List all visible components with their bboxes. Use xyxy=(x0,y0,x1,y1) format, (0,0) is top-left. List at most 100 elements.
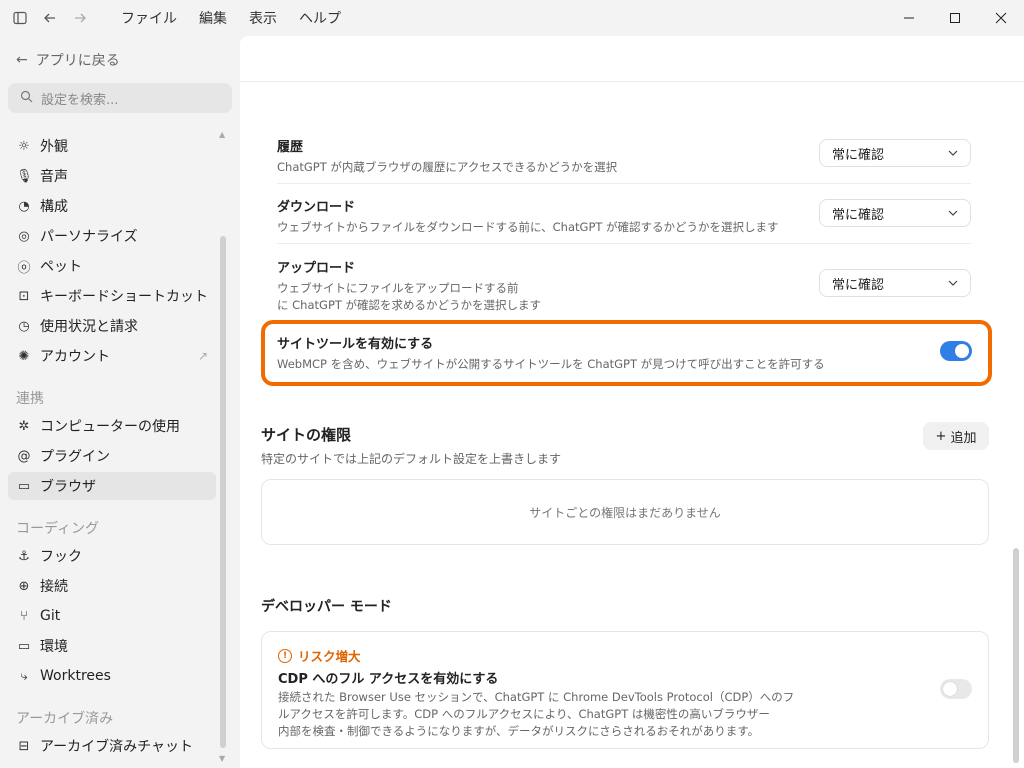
cdp-desc: 接続された Browser Use セッションで、ChatGPT に Chrom… xyxy=(278,689,838,740)
forward-arrow-icon[interactable] xyxy=(70,8,90,28)
sidebar-item-label: プラグイン xyxy=(40,449,110,465)
menu-bar: ファイル 編集 表示 ヘルプ xyxy=(110,8,352,28)
menu-file[interactable]: ファイル xyxy=(110,8,188,28)
site-tools-desc: WebMCP を含め、ウェブサイトが公開するサイトツールを ChatGPT が見… xyxy=(277,357,825,371)
site-tools-title: サイトツールを有効にする xyxy=(277,337,434,352)
developer-mode-title: デベロッパー モード xyxy=(261,599,392,615)
globe-icon: ⊕ xyxy=(18,578,30,594)
gauge-icon: ◷ xyxy=(18,318,30,334)
maximize-button[interactable] xyxy=(932,0,978,36)
section-label-integrations: 連携 xyxy=(16,391,44,407)
sidebar-item-browser[interactable]: ▭ ブラウザ xyxy=(8,472,216,500)
sidebar-item-appearance[interactable]: ☼ 外観 xyxy=(8,132,216,160)
warning-icon: ! xyxy=(278,648,292,663)
cdp-desc-line3: 内部を検査・制御できるようになりますが、データがリスクにさらされるおそれがありま… xyxy=(278,724,760,738)
title-bar-left: ファイル 編集 表示 ヘルプ xyxy=(0,8,352,28)
sidebar-item-label: 音声 xyxy=(40,169,68,185)
sidebar-item-label: 使用状況と請求 xyxy=(40,319,138,335)
browser-icon: ▭ xyxy=(17,478,31,494)
cdp-toggle[interactable] xyxy=(940,679,972,699)
sidebar-item-account[interactable]: ✺ アカウント ↗ xyxy=(8,342,216,370)
sidebar-item-pet[interactable]: ⓞ ペット xyxy=(8,252,216,280)
sidebar-item-worktrees[interactable]: ⤷ Worktrees xyxy=(8,662,216,690)
minimize-button[interactable] xyxy=(886,0,932,36)
risk-label: リスク増大 xyxy=(298,649,361,664)
cdp-desc-line2: ルアクセスを許可します。CDP へのフルアクセスにより、ChatGPT は機密性… xyxy=(278,707,770,721)
sidebar-item-label: フック xyxy=(40,549,82,565)
risk-badge: ! リスク増大 xyxy=(278,646,361,665)
main-scrollbar[interactable] xyxy=(1013,548,1019,763)
sidebar-item-label: 外観 xyxy=(40,139,68,155)
download-select[interactable]: 常に確認 xyxy=(819,199,971,227)
back-arrow-icon[interactable] xyxy=(40,8,60,28)
computer-use-icon: ✲ xyxy=(18,418,30,434)
archive-icon: ⊟ xyxy=(18,738,30,754)
sidebar-item-plugins[interactable]: @ プラグイン xyxy=(8,442,216,470)
keyboard-icon: ⊡ xyxy=(18,288,30,304)
upload-desc-line2: に ChatGPT が確認を求めるかどうかを選択します xyxy=(277,298,542,312)
section-label-archived: アーカイブ済み xyxy=(16,711,114,727)
back-to-app-label: アプリに戻る xyxy=(35,53,120,69)
sidebar-item-label: ブラウザ xyxy=(40,479,96,495)
sidebar-item-label: 接続 xyxy=(40,579,68,595)
sidebar: ← アプリに戻る 設定を検索... ▲ ☼ 外観 🎙 音声 ◔ 構成 ◎ パーソナライズ… xyxy=(0,36,240,768)
cdp-title: CDP へのフル アクセスを有効にする xyxy=(278,672,499,687)
upload-select[interactable]: 常に確認 xyxy=(819,269,971,297)
personalize-icon: ◎ xyxy=(18,228,30,244)
hook-icon: ⚓ xyxy=(18,548,30,564)
section-label-coding: コーディング xyxy=(16,521,100,537)
sidebar-item-git[interactable]: ⑂ Git xyxy=(8,602,216,630)
sidebar-item-archived-chats[interactable]: ⊟ アーカイブ済みチャット xyxy=(8,732,216,760)
menu-view[interactable]: 表示 xyxy=(238,8,288,28)
scroll-down-icon[interactable]: ▼ xyxy=(219,754,225,763)
chevron-down-icon xyxy=(948,148,958,159)
config-icon: ◔ xyxy=(18,198,30,214)
upload-desc-line1: ウェブサイトにファイルをアップロードする前 xyxy=(277,281,519,295)
sidebar-item-voice[interactable]: 🎙 音声 xyxy=(8,162,216,190)
developer-mode-card: ! リスク増大 CDP へのフル アクセスを有効にする 接続された Browse… xyxy=(261,631,989,749)
settings-main: 履歴 ChatGPT が内蔵ブラウザの履歴にアクセスできるかどうかを選択 常に確… xyxy=(240,36,1024,768)
add-site-permission-button[interactable]: + 追加 xyxy=(923,422,989,450)
mic-icon: 🎙 xyxy=(16,168,33,184)
title-bar: ファイル 編集 表示 ヘルプ xyxy=(0,0,1024,36)
sidebar-toggle-icon[interactable] xyxy=(10,8,30,28)
settings-search[interactable]: 設定を検索... xyxy=(8,83,232,113)
sidebar-item-config[interactable]: ◔ 構成 xyxy=(8,192,216,220)
download-select-value: 常に確認 xyxy=(832,207,885,223)
worktree-icon: ⤷ xyxy=(20,668,28,684)
site-tools-toggle[interactable] xyxy=(940,341,972,361)
sidebar-item-connections[interactable]: ⊕ 接続 xyxy=(8,572,216,600)
menu-edit[interactable]: 編集 xyxy=(188,8,238,28)
sidebar-item-environment[interactable]: ▭ 環境 xyxy=(8,632,216,660)
empty-state-text: サイトごとの権限はまだありません xyxy=(529,505,721,520)
sidebar-item-usage-billing[interactable]: ◷ 使用状況と請求 xyxy=(8,312,216,340)
site-permissions-subtitle: 特定のサイトでは上記のデフォルト設定を上書きします xyxy=(261,452,562,466)
upload-setting: アップロード ウェブサイトにファイルをアップロードする前に ChatGPT が確… xyxy=(277,257,971,314)
sidebar-item-hooks[interactable]: ⚓ フック xyxy=(8,542,216,570)
history-setting: 履歴 ChatGPT が内蔵ブラウザの履歴にアクセスできるかどうかを選択 常に確… xyxy=(277,136,971,176)
sidebar-scrollbar[interactable] xyxy=(220,236,226,748)
menu-help[interactable]: ヘルプ xyxy=(288,8,352,28)
sidebar-item-keyboard-shortcuts[interactable]: ⊡ キーボードショートカット xyxy=(8,282,216,310)
sidebar-item-label: Worktrees xyxy=(40,668,111,684)
download-setting: ダウンロード ウェブサイトからファイルをダウンロードする前に、ChatGPT が… xyxy=(277,196,971,236)
sidebar-item-computer-use[interactable]: ✲ コンピューターの使用 xyxy=(8,412,216,440)
add-label: 追加 xyxy=(950,430,977,446)
divider xyxy=(277,183,971,184)
plugin-icon: @ xyxy=(17,448,31,464)
plus-icon: + xyxy=(935,428,947,444)
cdp-desc-line1: 接続された Browser Use セッションで、ChatGPT に Chrom… xyxy=(278,690,795,704)
chevron-down-icon xyxy=(948,208,958,219)
window-controls xyxy=(886,0,1024,36)
toggle-knob xyxy=(955,344,969,358)
back-to-app-link[interactable]: ← アプリに戻る xyxy=(16,50,120,70)
sidebar-item-label: ペット xyxy=(40,259,82,275)
close-button[interactable] xyxy=(978,0,1024,36)
scroll-up-icon[interactable]: ▲ xyxy=(219,130,225,139)
sidebar-item-label: パーソナライズ xyxy=(40,229,138,245)
sidebar-item-label: 構成 xyxy=(40,199,68,215)
toggle-knob xyxy=(943,682,957,696)
sidebar-item-label: キーボードショートカット xyxy=(40,289,208,305)
history-select[interactable]: 常に確認 xyxy=(819,139,971,167)
sidebar-item-personalize[interactable]: ◎ パーソナライズ xyxy=(8,222,216,250)
